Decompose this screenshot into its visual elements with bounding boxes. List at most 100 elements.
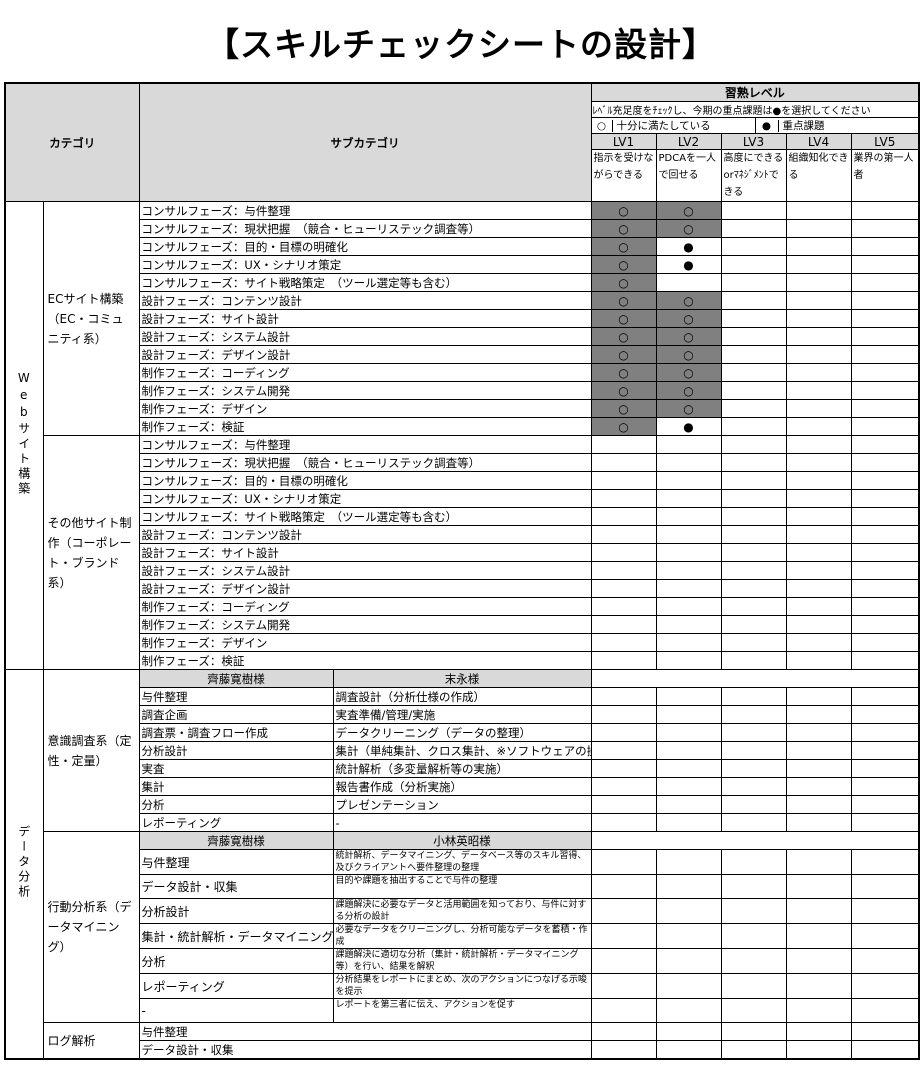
log-item-lv4[interactable]: [785, 1040, 852, 1060]
other-item-lv3[interactable]: [720, 615, 787, 634]
ec-item-lv3[interactable]: [720, 417, 787, 436]
other-item-lv1[interactable]: [590, 651, 657, 670]
ec-item-lv5[interactable]: [850, 399, 920, 418]
ec-item-lv3[interactable]: [720, 327, 787, 346]
other-item-lv5[interactable]: [850, 471, 920, 490]
log-item-lv3[interactable]: [720, 1040, 787, 1060]
ec-item-lv4[interactable]: [785, 219, 852, 238]
survey-item-lv2[interactable]: [655, 759, 722, 778]
other-item-lv3[interactable]: [720, 525, 787, 544]
ec-item-lv5[interactable]: [850, 309, 920, 328]
behavior-item-lv5[interactable]: [850, 973, 920, 999]
survey-item-lv2[interactable]: [655, 813, 722, 832]
ec-item-lv2[interactable]: ●: [655, 255, 722, 274]
ec-item-lv2[interactable]: ●: [655, 237, 722, 256]
survey-item-lv2[interactable]: [655, 723, 722, 742]
ec-item-lv2[interactable]: [655, 273, 722, 292]
behavior-item-lv1[interactable]: [590, 948, 657, 974]
ec-item-lv1[interactable]: ○: [590, 345, 657, 364]
other-item-lv4[interactable]: [785, 633, 852, 652]
behavior-item-lv3[interactable]: [720, 998, 787, 1023]
other-item-lv1[interactable]: [590, 561, 657, 580]
ec-item-lv2[interactable]: ○: [655, 363, 722, 382]
other-item-lv4[interactable]: [785, 597, 852, 616]
survey-item-lv3[interactable]: [720, 687, 787, 706]
behavior-item-lv1[interactable]: [590, 923, 657, 949]
other-item-lv3[interactable]: [720, 507, 787, 526]
survey-item-lv4[interactable]: [785, 795, 852, 814]
ec-item-lv4[interactable]: [785, 201, 852, 220]
other-item-lv2[interactable]: [655, 633, 722, 652]
ec-item-lv4[interactable]: [785, 381, 852, 400]
log-item-lv1[interactable]: [590, 1040, 657, 1060]
ec-item-lv2[interactable]: ○: [655, 309, 722, 328]
log-item-lv4[interactable]: [785, 1022, 852, 1041]
other-item-lv5[interactable]: [850, 435, 920, 454]
ec-item-lv4[interactable]: [785, 399, 852, 418]
other-item-lv1[interactable]: [590, 543, 657, 562]
behavior-item-lv4[interactable]: [785, 998, 852, 1023]
other-item-lv1[interactable]: [590, 633, 657, 652]
ec-item-lv4[interactable]: [785, 255, 852, 274]
other-item-lv3[interactable]: [720, 597, 787, 616]
ec-item-lv1[interactable]: ○: [590, 309, 657, 328]
other-item-lv5[interactable]: [850, 597, 920, 616]
survey-item-lv1[interactable]: [590, 777, 657, 796]
ec-item-lv1[interactable]: ○: [590, 273, 657, 292]
other-item-lv5[interactable]: [850, 507, 920, 526]
survey-item-lv4[interactable]: [785, 777, 852, 796]
other-item-lv4[interactable]: [785, 453, 852, 472]
behavior-item-lv2[interactable]: [655, 923, 722, 949]
other-item-lv5[interactable]: [850, 651, 920, 670]
ec-item-lv5[interactable]: [850, 219, 920, 238]
behavior-item-lv2[interactable]: [655, 898, 722, 924]
other-item-lv4[interactable]: [785, 543, 852, 562]
log-item-lv5[interactable]: [850, 1022, 920, 1041]
ec-item-lv1[interactable]: ○: [590, 291, 657, 310]
ec-item-lv2[interactable]: ○: [655, 345, 722, 364]
survey-item-lv1[interactable]: [590, 723, 657, 742]
other-item-lv4[interactable]: [785, 507, 852, 526]
behavior-item-lv1[interactable]: [590, 849, 657, 875]
behavior-item-lv4[interactable]: [785, 874, 852, 899]
behavior-item-lv3[interactable]: [720, 849, 787, 875]
log-item-lv2[interactable]: [655, 1040, 722, 1060]
survey-item-lv4[interactable]: [785, 687, 852, 706]
ec-item-lv1[interactable]: ○: [590, 201, 657, 220]
other-item-lv4[interactable]: [785, 471, 852, 490]
survey-item-lv4[interactable]: [785, 705, 852, 724]
other-item-lv3[interactable]: [720, 543, 787, 562]
other-item-lv4[interactable]: [785, 489, 852, 508]
other-item-lv4[interactable]: [785, 561, 852, 580]
ec-item-lv2[interactable]: ●: [655, 417, 722, 436]
behavior-item-lv2[interactable]: [655, 874, 722, 899]
behavior-item-lv5[interactable]: [850, 874, 920, 899]
other-item-lv2[interactable]: [655, 453, 722, 472]
behavior-item-lv3[interactable]: [720, 874, 787, 899]
other-item-lv1[interactable]: [590, 579, 657, 598]
survey-item-lv3[interactable]: [720, 795, 787, 814]
other-item-lv5[interactable]: [850, 579, 920, 598]
behavior-item-lv4[interactable]: [785, 973, 852, 999]
behavior-item-lv3[interactable]: [720, 898, 787, 924]
other-item-lv3[interactable]: [720, 561, 787, 580]
survey-item-lv5[interactable]: [850, 705, 920, 724]
survey-item-lv4[interactable]: [785, 813, 852, 832]
behavior-item-lv1[interactable]: [590, 898, 657, 924]
other-item-lv3[interactable]: [720, 651, 787, 670]
other-item-lv2[interactable]: [655, 471, 722, 490]
behavior-item-lv4[interactable]: [785, 923, 852, 949]
survey-item-lv5[interactable]: [850, 741, 920, 760]
ec-item-lv3[interactable]: [720, 363, 787, 382]
survey-item-lv5[interactable]: [850, 723, 920, 742]
survey-item-lv2[interactable]: [655, 687, 722, 706]
ec-item-lv2[interactable]: ○: [655, 381, 722, 400]
log-item-lv2[interactable]: [655, 1022, 722, 1041]
survey-item-lv2[interactable]: [655, 705, 722, 724]
ec-item-lv1[interactable]: ○: [590, 255, 657, 274]
survey-item-lv5[interactable]: [850, 777, 920, 796]
log-item-lv5[interactable]: [850, 1040, 920, 1060]
other-item-lv4[interactable]: [785, 651, 852, 670]
behavior-item-lv4[interactable]: [785, 898, 852, 924]
other-item-lv5[interactable]: [850, 453, 920, 472]
